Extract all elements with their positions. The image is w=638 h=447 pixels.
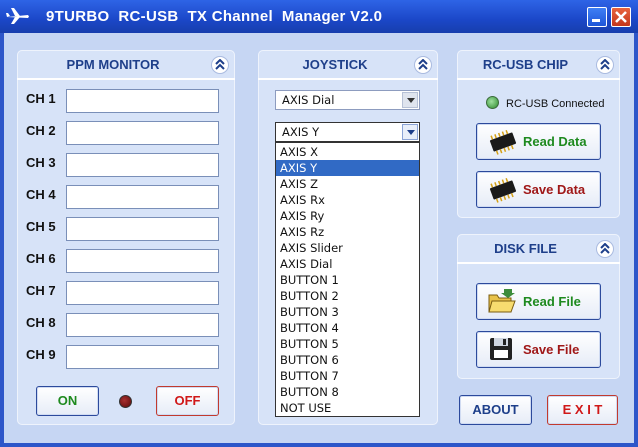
chip-icon — [489, 129, 517, 155]
ch1-label: CH 1 — [26, 91, 56, 106]
connection-status: RC-USB Connected — [506, 98, 605, 110]
ch1-field — [66, 89, 219, 113]
read-data-label: Read Data — [523, 134, 587, 149]
dropdown-option[interactable]: BUTTON 8 — [276, 384, 419, 400]
disk-file-header: DISK FILE — [457, 234, 620, 264]
dropdown-option[interactable]: AXIS Rz — [276, 224, 419, 240]
ch9-field — [66, 345, 219, 369]
disk-file-panel: DISK FILE Read File Save File — [457, 234, 620, 379]
dropdown-option[interactable]: BUTTON 5 — [276, 336, 419, 352]
about-button[interactable]: ABOUT — [459, 395, 532, 425]
ch8-label: CH 8 — [26, 315, 56, 330]
off-button-label: OFF — [174, 393, 201, 408]
rc-usb-chip-collapse-button[interactable] — [596, 56, 614, 74]
joystick-combo-1-value: AXIS Dial — [282, 93, 335, 107]
dropdown-option[interactable]: AXIS X — [276, 144, 419, 160]
ppm-status-led — [119, 395, 132, 408]
axis-dropdown-list[interactable]: AXIS X AXIS Y AXIS Z AXIS Rx AXIS Ry AXI… — [275, 142, 420, 417]
ppm-monitor-collapse-button[interactable] — [211, 56, 229, 74]
chevron-up-icon — [418, 59, 428, 70]
save-data-button[interactable]: Save Data — [476, 171, 601, 208]
folder-icon — [488, 289, 516, 313]
airplane-icon — [6, 8, 29, 24]
ch8-field — [66, 313, 219, 337]
ch2-label: CH 2 — [26, 123, 56, 138]
disk-file-title: DISK FILE — [494, 241, 557, 256]
joystick-collapse-button[interactable] — [414, 56, 432, 74]
chip-icon — [489, 177, 517, 203]
read-file-button[interactable]: Read File — [476, 283, 601, 320]
dropdown-option[interactable]: BUTTON 2 — [276, 288, 419, 304]
rc-usb-chip-header: RC-USB CHIP — [457, 50, 620, 80]
ch7-field — [66, 281, 219, 305]
close-icon — [615, 11, 627, 23]
ch4-label: CH 4 — [26, 187, 56, 202]
read-file-label: Read File — [523, 294, 581, 309]
rc-usb-chip-panel: RC-USB CHIP RC-USB Connected Read Data S… — [457, 50, 620, 218]
chevron-up-icon — [600, 59, 610, 70]
ppm-monitor-title: PPM MONITOR — [66, 57, 160, 72]
exit-button-label: E X I T — [562, 402, 603, 417]
minimize-icon — [592, 19, 600, 22]
ppm-monitor-panel: PPM MONITOR CH 1 CH 2 CH 3 CH 4 CH 5 CH … — [17, 50, 235, 425]
ch6-label: CH 6 — [26, 251, 56, 266]
window-title: 9TURBO RC-USB TX Channel Manager V2.0 — [46, 8, 383, 25]
dropdown-option[interactable]: NOT USE — [276, 400, 419, 416]
title-bar[interactable]: 9TURBO RC-USB TX Channel Manager V2.0 — [0, 0, 638, 33]
save-file-label: Save File — [523, 342, 580, 357]
minimize-button[interactable] — [587, 7, 607, 27]
joystick-combo-1-dropdown-button[interactable] — [402, 92, 418, 108]
exit-button[interactable]: E X I T — [547, 395, 618, 425]
dropdown-option[interactable]: AXIS Ry — [276, 208, 419, 224]
joystick-combo-1[interactable]: AXIS Dial — [275, 90, 420, 110]
read-data-button[interactable]: Read Data — [476, 123, 601, 160]
dropdown-option[interactable]: AXIS Dial — [276, 256, 419, 272]
ch9-label: CH 9 — [26, 347, 56, 362]
joystick-combo-2-dropdown-button[interactable] — [402, 124, 418, 140]
dropdown-option[interactable]: BUTTON 1 — [276, 272, 419, 288]
dropdown-option[interactable]: BUTTON 6 — [276, 352, 419, 368]
chevron-up-icon — [215, 59, 225, 70]
about-button-label: ABOUT — [472, 402, 519, 417]
ch4-field — [66, 185, 219, 209]
ch7-label: CH 7 — [26, 283, 56, 298]
off-button[interactable]: OFF — [156, 386, 219, 416]
dropdown-option[interactable]: BUTTON 4 — [276, 320, 419, 336]
chevron-up-icon — [600, 243, 610, 254]
ch5-label: CH 5 — [26, 219, 56, 234]
dropdown-option[interactable]: BUTTON 3 — [276, 304, 419, 320]
save-data-label: Save Data — [523, 182, 586, 197]
on-button-label: ON — [57, 393, 78, 408]
ch2-field — [66, 121, 219, 145]
dropdown-option-selected[interactable]: AXIS Y — [276, 160, 419, 176]
on-button[interactable]: ON — [36, 386, 99, 416]
chevron-down-icon — [407, 130, 415, 135]
app-window: 9TURBO RC-USB TX Channel Manager V2.0 PP… — [0, 0, 638, 447]
joystick-header: JOYSTICK — [258, 50, 438, 80]
connection-led — [486, 96, 499, 109]
save-file-button[interactable]: Save File — [476, 331, 601, 368]
dropdown-option[interactable]: AXIS Rx — [276, 192, 419, 208]
dropdown-option[interactable]: BUTTON 7 — [276, 368, 419, 384]
ppm-monitor-header: PPM MONITOR — [17, 50, 235, 80]
ch6-field — [66, 249, 219, 273]
rc-usb-chip-title: RC-USB CHIP — [482, 57, 569, 72]
floppy-disk-icon — [490, 338, 512, 360]
dropdown-option[interactable]: AXIS Z — [276, 176, 419, 192]
close-button[interactable] — [611, 7, 631, 27]
chevron-down-icon — [407, 98, 415, 103]
ch5-field — [66, 217, 219, 241]
joystick-combo-2-value: AXIS Y — [282, 125, 320, 139]
dropdown-option[interactable]: AXIS Slider — [276, 240, 419, 256]
ch3-label: CH 3 — [26, 155, 56, 170]
joystick-combo-2[interactable]: AXIS Y — [275, 122, 420, 142]
ch3-field — [66, 153, 219, 177]
disk-file-collapse-button[interactable] — [596, 240, 614, 258]
joystick-title: JOYSTICK — [302, 57, 368, 72]
